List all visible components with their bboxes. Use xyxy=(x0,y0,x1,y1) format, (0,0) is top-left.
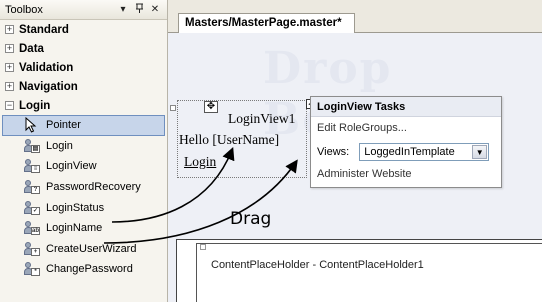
content-placeholder-label: ContentPlaceHolder - ContentPlaceHolder1 xyxy=(211,259,424,271)
chevron-down-icon[interactable]: ▼ xyxy=(472,145,488,159)
expand-icon[interactable]: + xyxy=(5,44,14,53)
changepassword-control-icon: * xyxy=(24,261,40,277)
expand-icon[interactable]: + xyxy=(5,25,14,34)
item-label: Pointer xyxy=(46,119,81,132)
tab-masterpage[interactable]: Masters/MasterPage.master* xyxy=(178,13,355,33)
group-label: Login xyxy=(19,99,51,112)
group-label: Standard xyxy=(19,23,69,36)
toolbox-title: Toolbox xyxy=(5,3,43,16)
item-label: PasswordRecovery xyxy=(46,181,141,194)
group-navigation[interactable]: + Navigation xyxy=(0,77,167,96)
item-label: LoginView xyxy=(46,160,97,173)
loginname-control-icon: ab xyxy=(24,220,40,236)
views-label: Views: xyxy=(317,146,350,158)
tasks-title: LoginView Tasks xyxy=(311,97,501,117)
createuserwizard-control-icon: + xyxy=(24,241,40,257)
content-placeholder[interactable] xyxy=(196,243,542,302)
item-label: Login xyxy=(46,139,73,152)
loginname-text: Hello [UserName] xyxy=(179,132,280,147)
group-validation[interactable]: + Validation xyxy=(0,58,167,77)
group-data[interactable]: + Data xyxy=(0,39,167,58)
login-control-icon: ▤ xyxy=(24,138,40,154)
item-label: CreateUserWizard xyxy=(46,242,137,255)
views-row: Views: LoggedInTemplate ▼ xyxy=(311,142,501,162)
group-label: Navigation xyxy=(19,80,78,93)
toolbox-item-createuserwizard[interactable]: + CreateUserWizard xyxy=(0,239,167,260)
group-label: Validation xyxy=(19,61,74,74)
move-handle-icon[interactable]: ✥ xyxy=(204,101,218,113)
views-select[interactable]: LoggedInTemplate ▼ xyxy=(359,143,490,161)
expand-icon[interactable]: + xyxy=(5,82,14,91)
toolbox-item-pointer[interactable]: Pointer xyxy=(2,115,165,136)
toolbox-item-changepassword[interactable]: * ChangePassword xyxy=(0,259,167,280)
pin-icon[interactable] xyxy=(132,3,146,16)
loginview-control[interactable]: ✥ LoginView1 Hello [UserName] Login ◀ xyxy=(170,99,316,178)
edit-rolegroups-link[interactable]: Edit RoleGroups... xyxy=(311,122,501,138)
item-label: LoginName xyxy=(46,222,103,235)
toolbox-item-loginname[interactable]: ab LoginName xyxy=(0,218,167,239)
pointer-icon xyxy=(24,117,40,133)
drag-annotation: Drag xyxy=(230,209,272,229)
toolbox-header: Toolbox ▾ ✕ xyxy=(0,0,167,20)
loginview-tasks-panel: LoginView Tasks Edit RoleGroups... Views… xyxy=(310,96,502,188)
close-icon[interactable]: ✕ xyxy=(148,4,162,15)
loginview-title: LoginView1 xyxy=(228,111,296,126)
group-label: Data xyxy=(19,42,44,55)
toolbox-item-loginview[interactable]: ≡ LoginView xyxy=(0,156,167,177)
administer-website-link[interactable]: Administer Website xyxy=(311,168,501,180)
toolbox-item-loginstatus[interactable]: ✓ LoginStatus xyxy=(0,197,167,218)
loginstatus-link[interactable]: Login xyxy=(184,154,216,170)
dropdown-icon[interactable]: ▾ xyxy=(116,4,130,15)
glyph-marker xyxy=(170,105,176,111)
item-label: ChangePassword xyxy=(46,263,133,276)
glyph-marker xyxy=(200,244,206,250)
expand-icon[interactable]: + xyxy=(5,63,14,72)
loginview-control-icon: ≡ xyxy=(24,158,40,174)
item-label: LoginStatus xyxy=(46,201,105,214)
loginstatus-control-icon: ✓ xyxy=(24,200,40,216)
document-tabbar: Masters/MasterPage.master* xyxy=(168,0,542,33)
toolbox-item-login[interactable]: ▤ Login xyxy=(0,136,167,157)
passwordrecovery-control-icon: ? xyxy=(24,179,40,195)
group-login[interactable]: − Login xyxy=(0,96,167,115)
collapse-icon[interactable]: − xyxy=(5,101,14,110)
views-value: LoggedInTemplate xyxy=(364,146,455,158)
group-standard[interactable]: + Standard xyxy=(0,20,167,39)
toolbox-item-passwordrecovery[interactable]: ? PasswordRecovery xyxy=(0,177,167,198)
toolbox-panel: Toolbox ▾ ✕ + Standard + Data + Validati… xyxy=(0,0,168,302)
